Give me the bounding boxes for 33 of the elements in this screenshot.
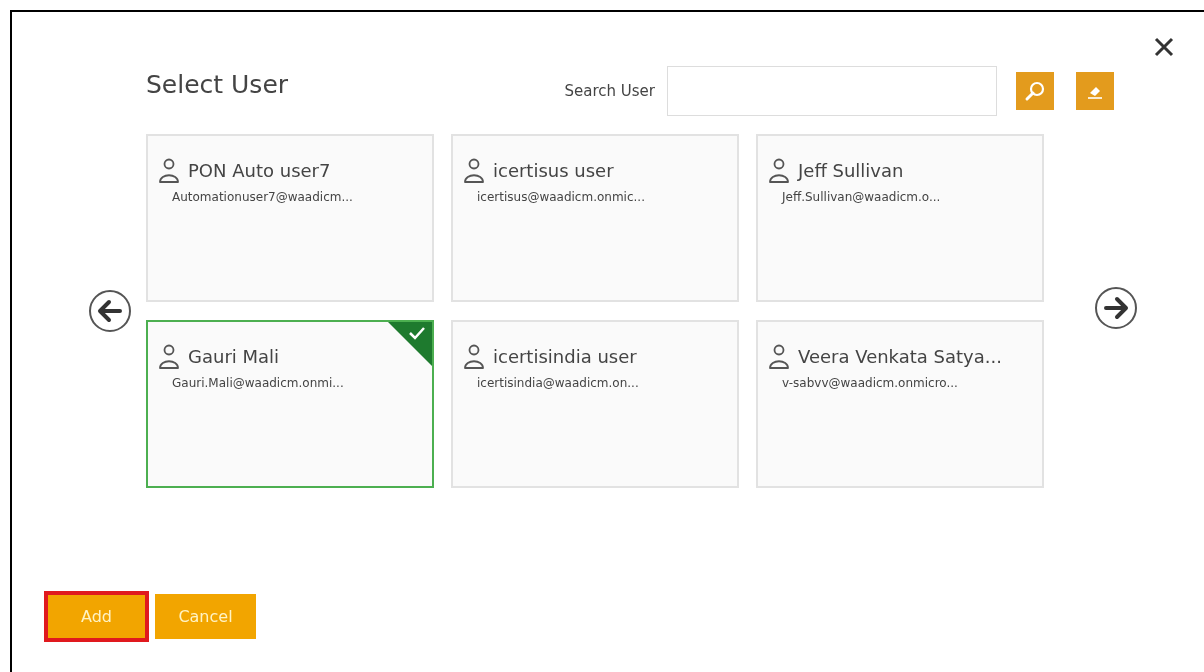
next-button[interactable] xyxy=(1094,285,1138,330)
person-icon xyxy=(463,158,485,184)
user-card[interactable]: icertisus user icertisus@waadicm.onmic... xyxy=(451,134,739,302)
person-icon xyxy=(768,344,790,370)
user-email: Automationuser7@waadicm... xyxy=(171,189,354,206)
user-card[interactable]: PON Auto user7 Automationuser7@waadicm... xyxy=(146,134,434,302)
dialog-title: Select User xyxy=(146,69,289,101)
user-name: PON Auto user7 xyxy=(188,159,331,183)
user-name: icertisus user xyxy=(493,159,614,183)
person-icon xyxy=(463,344,485,370)
checkmark-icon xyxy=(388,322,432,366)
search-field[interactable] xyxy=(667,66,997,116)
user-card[interactable]: icertisindia user icertisindia@waadicm.on... xyxy=(451,320,739,488)
search-label: Search User xyxy=(564,80,655,102)
user-email: Jeff.Sullivan@waadicm.o... xyxy=(780,189,942,206)
person-icon xyxy=(768,158,790,184)
user-email: icertisindia@waadicm.on... xyxy=(476,375,640,392)
user-email: v-sabvv@waadicm.onmicro... xyxy=(781,375,959,392)
user-name: Jeff Sullivan xyxy=(798,159,904,183)
user-card[interactable]: Veera Venkata Satya... v-sabvv@waadicm.onmicro... xyxy=(756,320,1044,488)
user-email: icertisus@waadicm.onmic... xyxy=(476,189,646,206)
previous-button[interactable] xyxy=(88,289,132,333)
user-card[interactable]: Jeff Sullivan Jeff.Sullivan@waadicm.o... xyxy=(756,134,1044,302)
person-icon xyxy=(158,158,180,184)
search-icon xyxy=(1024,80,1046,102)
close-button[interactable] xyxy=(1152,35,1176,59)
person-icon xyxy=(158,344,180,370)
close-icon xyxy=(1153,36,1175,58)
user-name: Gauri Mali xyxy=(188,345,280,369)
user-name: icertisindia user xyxy=(493,345,637,369)
user-card[interactable]: Gauri Mali Gauri.Mali@waadicm.onmi... xyxy=(146,320,434,488)
user-email: Gauri.Mali@waadicm.onmi... xyxy=(171,375,345,392)
user-name: Veera Venkata Satya... xyxy=(798,345,1002,369)
